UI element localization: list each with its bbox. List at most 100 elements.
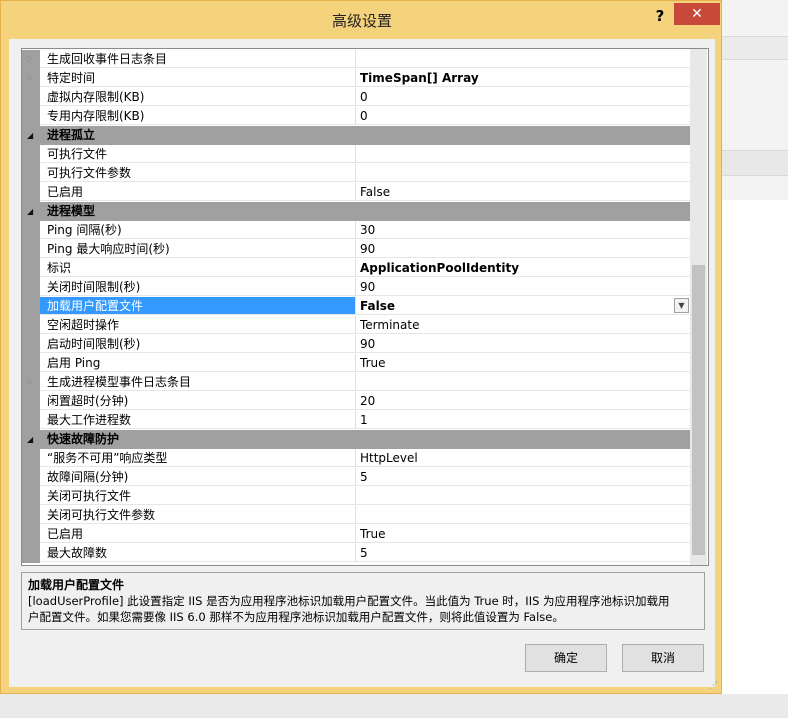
row-gutter xyxy=(22,487,40,506)
property-row[interactable]: 关闭可执行文件 xyxy=(22,487,690,506)
property-value[interactable]: 30 xyxy=(355,221,690,239)
vertical-scrollbar[interactable] xyxy=(690,49,707,565)
property-row[interactable]: 空闲超时操作 Terminate xyxy=(22,316,690,335)
title-bar[interactable]: 高级设置 ? ✕ xyxy=(1,1,723,39)
background-toolbar xyxy=(722,36,788,60)
property-name: 专用内存限制(KB) xyxy=(40,107,355,125)
expand-triangle-icon[interactable]: ▷ xyxy=(27,74,33,82)
property-value-text: True xyxy=(360,356,386,370)
property-name: 启动时间限制(秒) xyxy=(40,335,355,353)
chevron-down-icon[interactable]: ▼ xyxy=(674,298,689,313)
category-label: 快速故障防护 xyxy=(47,432,120,446)
property-value[interactable]: 5 xyxy=(355,544,690,562)
property-value-text: 90 xyxy=(360,242,376,256)
property-value[interactable]: 90 xyxy=(355,335,690,353)
description-line-2: 户配置文件。如果您需要像 IIS 6.0 那样不为应用程序池标识加载用户配置文件… xyxy=(28,610,564,624)
property-value[interactable]: True xyxy=(355,525,690,543)
property-row[interactable]: ▷ 生成回收事件日志条目 xyxy=(22,50,690,69)
property-value[interactable]: 90 xyxy=(355,240,690,258)
property-row[interactable]: 故障间隔(分钟) 5 xyxy=(22,468,690,487)
property-value-text: TimeSpan[] Array xyxy=(360,71,479,85)
property-value[interactable] xyxy=(355,506,690,524)
category-row[interactable]: ◢ 进程模型 xyxy=(22,202,690,221)
category-label: 进程孤立 xyxy=(47,128,96,142)
property-value[interactable]: False xyxy=(355,183,690,201)
property-name: 生成进程模型事件日志条目 xyxy=(40,373,355,391)
property-row[interactable]: 加载用户配置文件 False ▼ xyxy=(22,297,690,316)
expand-triangle-icon[interactable]: ▷ xyxy=(27,378,33,386)
property-name: Ping 间隔(秒) xyxy=(40,221,355,239)
property-row[interactable]: Ping 间隔(秒) 30 xyxy=(22,221,690,240)
description-title: 加载用户配置文件 xyxy=(28,578,125,592)
advanced-settings-dialog: 高级设置 ? ✕ ▷ 生成回收事件日志条目 ▷ 特定时间 TimeSpan[] Arra… xyxy=(0,0,722,694)
property-value[interactable]: 0 xyxy=(355,88,690,106)
property-row[interactable]: 可执行文件参数 xyxy=(22,164,690,183)
property-value[interactable]: Terminate xyxy=(355,316,690,334)
collapse-triangle-icon[interactable]: ◢ xyxy=(27,436,33,444)
close-button[interactable]: ✕ xyxy=(674,3,720,25)
property-row[interactable]: 虚拟内存限制(KB) 0 xyxy=(22,88,690,107)
property-value[interactable] xyxy=(355,50,690,68)
collapse-triangle-icon[interactable]: ◢ xyxy=(27,208,33,216)
category-row[interactable]: ◢ 快速故障防护 xyxy=(22,430,690,449)
property-row[interactable]: 专用内存限制(KB) 0 xyxy=(22,107,690,126)
row-gutter xyxy=(22,145,40,164)
property-value-select[interactable]: False ▼ xyxy=(355,297,690,315)
property-row[interactable]: 闲置超时(分钟) 20 xyxy=(22,392,690,411)
property-value[interactable] xyxy=(355,164,690,182)
help-button[interactable]: ? xyxy=(651,6,669,26)
property-row[interactable]: 最大工作进程数 1 xyxy=(22,411,690,430)
row-gutter xyxy=(22,183,40,202)
collapse-triangle-icon[interactable]: ◢ xyxy=(27,132,33,140)
property-grid[interactable]: ▷ 生成回收事件日志条目 ▷ 特定时间 TimeSpan[] Array 虚拟内存限制(K… xyxy=(21,48,709,566)
property-value-text: 0 xyxy=(360,90,368,104)
property-value-text: False xyxy=(360,299,395,313)
property-value[interactable]: 90 xyxy=(355,278,690,296)
row-gutter xyxy=(22,259,40,278)
expand-triangle-icon[interactable]: ▷ xyxy=(27,55,33,63)
property-value[interactable]: 20 xyxy=(355,392,690,410)
property-row[interactable]: 可执行文件 xyxy=(22,145,690,164)
property-row[interactable]: Ping 最大响应时间(秒) 90 xyxy=(22,240,690,259)
property-value-text: 30 xyxy=(360,223,376,237)
property-value[interactable]: HttpLevel xyxy=(355,449,690,467)
property-value[interactable]: 5 xyxy=(355,468,690,486)
property-name: Ping 最大响应时间(秒) xyxy=(40,240,355,258)
property-value[interactable]: True xyxy=(355,354,690,372)
row-gutter xyxy=(22,354,40,373)
property-row[interactable]: 已启用 True xyxy=(22,525,690,544)
ok-button[interactable]: 确定 xyxy=(525,644,607,672)
property-value-text: 0 xyxy=(360,109,368,123)
property-row[interactable]: 启动时间限制(秒) 90 xyxy=(22,335,690,354)
property-value[interactable]: 1 xyxy=(355,411,690,429)
property-name: 启用 Ping xyxy=(40,354,355,372)
property-value[interactable]: 0 xyxy=(355,107,690,125)
property-name: 关闭可执行文件 xyxy=(40,487,355,505)
property-value[interactable]: TimeSpan[] Array xyxy=(355,69,690,87)
property-value[interactable] xyxy=(355,373,690,391)
property-value[interactable]: ApplicationPoolIdentity xyxy=(355,259,690,277)
property-name: 生成回收事件日志条目 xyxy=(40,50,355,68)
property-row[interactable]: 已启用 False xyxy=(22,183,690,202)
row-gutter xyxy=(22,164,40,183)
row-gutter xyxy=(22,316,40,335)
category-label: 进程模型 xyxy=(47,204,96,218)
row-gutter xyxy=(22,240,40,259)
cancel-button[interactable]: 取消 xyxy=(622,644,704,672)
property-row[interactable]: 最大故障数 5 xyxy=(22,544,690,563)
property-row[interactable]: 关闭时间限制(秒) 90 xyxy=(22,278,690,297)
property-row[interactable]: 标识 ApplicationPoolIdentity xyxy=(22,259,690,278)
property-value[interactable] xyxy=(355,487,690,505)
resize-grip-icon[interactable]: ⋰ xyxy=(709,681,719,691)
property-row[interactable]: 启用 Ping True xyxy=(22,354,690,373)
category-row[interactable]: ◢ 进程孤立 xyxy=(22,126,690,145)
property-row[interactable]: ▷ 生成进程模型事件日志条目 xyxy=(22,373,690,392)
property-row[interactable]: ▷ 特定时间 TimeSpan[] Array xyxy=(22,69,690,88)
property-row[interactable]: 关闭可执行文件参数 xyxy=(22,506,690,525)
property-value[interactable] xyxy=(355,145,690,163)
row-gutter xyxy=(22,506,40,525)
scrollbar-thumb[interactable] xyxy=(692,265,705,555)
property-row[interactable]: “服务不可用”响应类型 HttpLevel xyxy=(22,449,690,468)
property-value-text: Terminate xyxy=(360,318,420,332)
row-gutter: ◢ xyxy=(22,202,40,221)
